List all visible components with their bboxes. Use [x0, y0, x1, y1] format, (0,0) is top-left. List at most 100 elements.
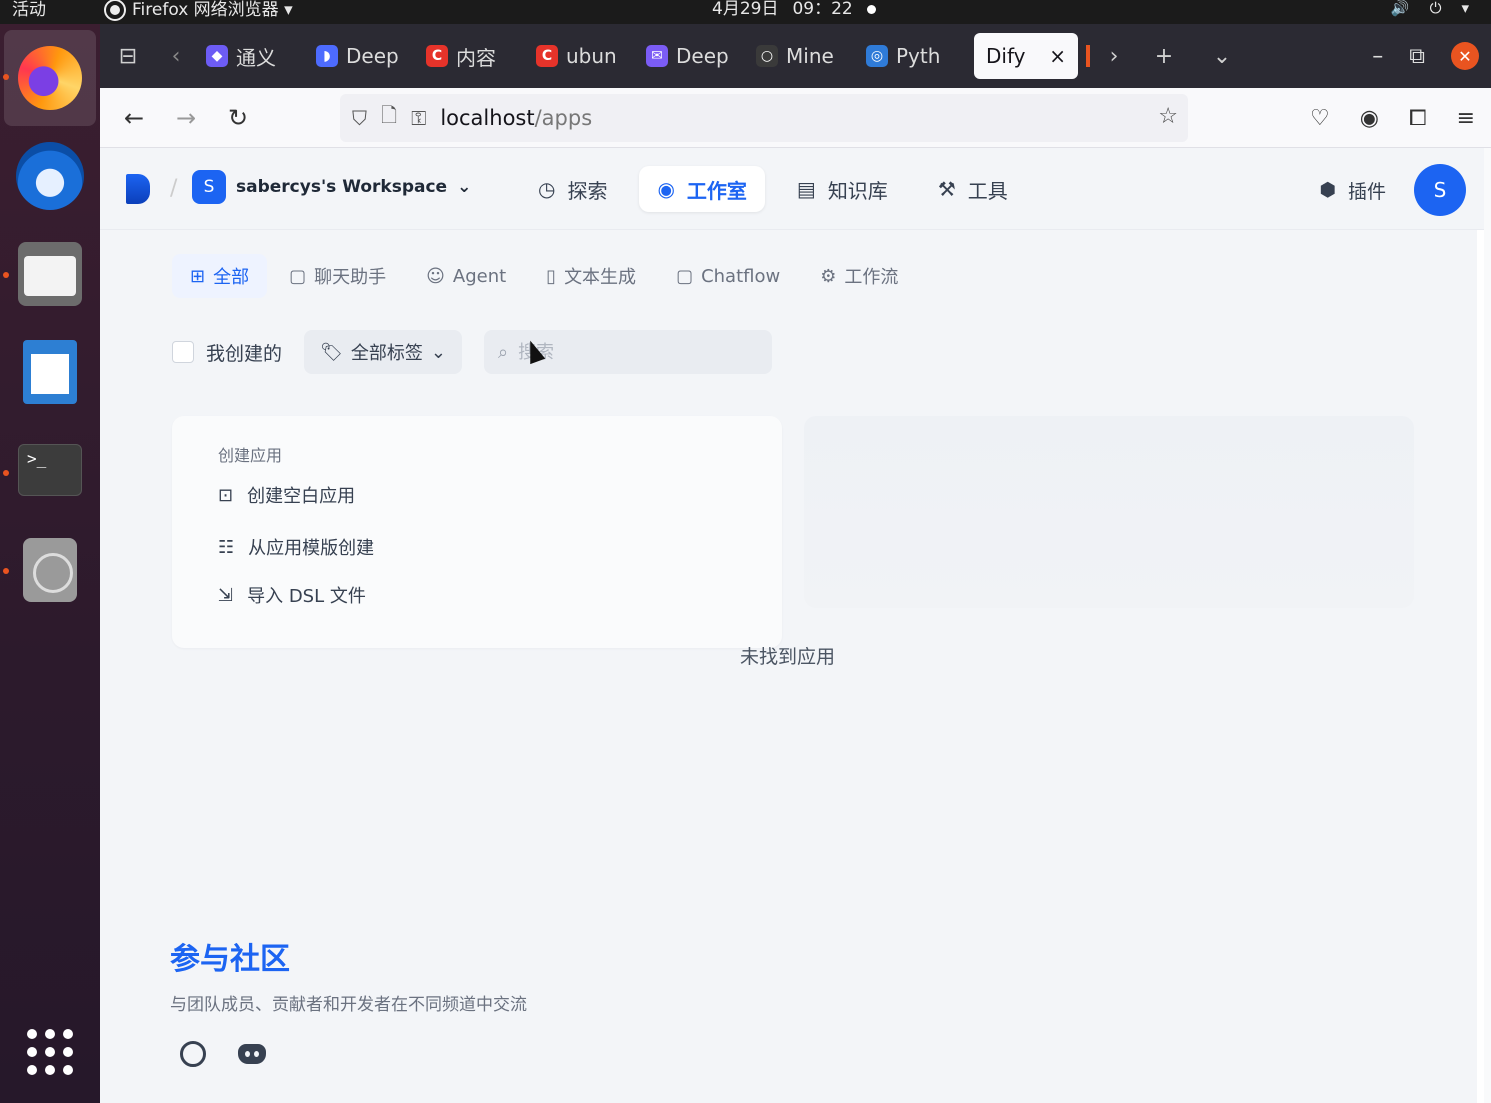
browser-tab[interactable]: ✉ Deep — [636, 33, 746, 79]
nav-item-label: 知识库 — [827, 178, 888, 203]
tab-dify[interactable]: Dify × — [974, 33, 1078, 79]
reload-icon: ↻ — [227, 103, 249, 132]
category-tab[interactable]: ⚙ 工作流 — [802, 254, 916, 298]
url-path: /apps — [534, 106, 593, 130]
close-tab-icon[interactable]: × — [1049, 44, 1066, 68]
create-app-card: 创建应用 ⊡ 创建空白应用 ☷ 从应用模版创建 ⇲ 导入 DSL 文件 — [172, 416, 782, 648]
tab-favicon-icon: ◗ — [316, 45, 338, 67]
workspace-name: sabercys's Workspace — [236, 177, 448, 197]
tray-menu-icon[interactable]: ▾ — [1461, 0, 1469, 16]
workspace-switcher[interactable]: S sabercys's Workspace ⌄ — [192, 170, 471, 204]
category-tab[interactable]: ⊞ 全部 — [172, 254, 268, 298]
dock-thunderbird[interactable] — [0, 128, 100, 224]
category-label: Chatflow — [701, 265, 781, 287]
dock-files[interactable] — [0, 226, 100, 322]
create-app-title: 创建应用 — [218, 446, 283, 465]
bookmark-star-icon[interactable]: ☆ — [1158, 104, 1178, 129]
chevron-right-icon: › — [1109, 43, 1119, 69]
import-dsl-button[interactable]: ⇲ 导入 DSL 文件 — [218, 582, 366, 608]
volume-icon[interactable]: 🔊 — [1391, 0, 1410, 16]
tag-filter-select[interactable]: 🏷 全部标签 ⌄ — [304, 330, 462, 374]
dock-terminal[interactable]: >_ — [0, 422, 100, 518]
create-from-template-button[interactable]: ☷ 从应用模版创建 — [218, 534, 374, 560]
scroll-tabs-right-button[interactable]: › — [1090, 24, 1138, 88]
restore-icon[interactable]: ⧉ — [1409, 44, 1425, 69]
header-right: ⬢ 插件 S — [1319, 164, 1466, 216]
system-top-bar: 活动 Firefox 网络浏览器 ▾ 4月29日 09：22 🔊 ⏻ ▾ — [0, 0, 1491, 24]
category-label: 聊天助手 — [314, 267, 387, 288]
browser-tab[interactable]: ○ Mine — [746, 33, 856, 79]
pocket-icon[interactable]: ♡ — [1310, 106, 1330, 131]
tab-overview-button[interactable]: ⊟ — [100, 24, 156, 88]
nav-item[interactable]: ⚒ 工具 — [920, 166, 1026, 212]
menu-icon[interactable]: ≡ — [1457, 106, 1475, 131]
discord-icon[interactable] — [238, 1044, 266, 1064]
chevron-down-icon: ⌄ — [457, 177, 472, 197]
url-text[interactable]: localhost/apps — [440, 106, 592, 130]
tab-label: 通义 — [236, 45, 276, 70]
plugins-label: 插件 — [1347, 180, 1386, 203]
category-tab[interactable]: ☺ Agent — [408, 254, 524, 298]
browser-window: ⊟ ‹ ◆ 通义 ◗ Deep C 内容 Cubun ✉ Deep ○ Mine ◎ Pyth Dify… — [100, 24, 1491, 1103]
category-tabs: ⊞ 全部 ▢ 聊天助手 ☺ Agent ▯ 文本生成 ▢ Chatflow ⚙ 工作流 — [172, 254, 916, 298]
template-icon: ☷ — [218, 536, 235, 558]
dock-writer[interactable] — [0, 324, 100, 420]
forward-button[interactable]: → — [160, 92, 212, 144]
browser-tab[interactable]: ◆ 通义 — [196, 33, 306, 79]
url-bar[interactable]: ⛉ 🗋 ⚿ localhost/apps ☆ — [340, 94, 1188, 142]
app-grid-icon — [27, 1029, 73, 1075]
app-menu[interactable]: Firefox 网络浏览器 ▾ — [106, 0, 293, 20]
key-icon[interactable]: ⚿ — [411, 106, 426, 130]
checkbox-box[interactable] — [172, 341, 194, 363]
new-tab-button[interactable]: + — [1138, 24, 1190, 88]
tab-label: Deep — [676, 44, 729, 68]
minimize-icon[interactable]: – — [1372, 44, 1383, 69]
running-indicator — [3, 470, 9, 476]
plugins-button[interactable]: ⬢ 插件 — [1319, 177, 1386, 204]
power-icon[interactable]: ⏻ — [1430, 0, 1442, 16]
nav-item[interactable]: ◉ 工作室 — [639, 166, 765, 212]
extensions-icon[interactable]: ⧠ — [1409, 106, 1427, 131]
navigation-toolbar: ← → ↻ ⛉ 🗋 ⚿ localhost/apps ☆ ♡ ◉ ⧠ ≡ — [100, 88, 1491, 148]
thunderbird-icon — [16, 142, 84, 210]
placeholder-card — [804, 416, 1414, 608]
import-dsl-label: 导入 DSL 文件 — [247, 586, 366, 607]
browser-tab[interactable]: Cubun — [526, 33, 636, 79]
recording-indicator-icon — [866, 4, 876, 14]
scroll-tabs-left-button[interactable]: ‹ — [156, 24, 196, 88]
browser-tab[interactable]: ◎ Pyth — [856, 33, 966, 79]
create-blank-app-button[interactable]: ⊡ 创建空白应用 — [218, 482, 355, 508]
browser-tab[interactable]: C 内容 — [416, 33, 526, 79]
avatar[interactable]: S — [1414, 164, 1466, 216]
page-icon[interactable]: 🗋 — [381, 101, 397, 135]
activities-button[interactable]: 活动 — [12, 0, 46, 20]
account-icon[interactable]: ◉ — [1360, 106, 1379, 131]
browser-tab[interactable]: ◗ Deep — [306, 33, 416, 79]
search-input[interactable] — [518, 341, 739, 363]
system-tray[interactable]: 🔊 ⏻ ▾ — [1391, 0, 1469, 16]
search-icon: ⌕ — [497, 341, 509, 363]
tab-list: ◆ 通义 ◗ Deep C 内容 Cubun ✉ Deep ○ Mine ◎ Pyth — [196, 33, 966, 79]
created-by-me-checkbox[interactable]: 我创建的 — [172, 339, 282, 366]
close-window-icon[interactable]: ✕ — [1451, 42, 1479, 70]
nav-item[interactable]: ◷ 探索 — [520, 166, 625, 212]
github-icon[interactable] — [180, 1041, 206, 1067]
shield-icon[interactable]: ⛉ — [352, 106, 367, 130]
show-apps-button[interactable] — [0, 1004, 100, 1100]
clock[interactable]: 4月29日 09：22 — [712, 0, 876, 18]
nav-item[interactable]: ▤ 知识库 — [779, 166, 906, 212]
app-header: / S sabercys's Workspace ⌄ ◷ 探索 ◉ 工作室 ▤ 知识库 ⚒ 工… — [100, 148, 1484, 230]
dify-logo[interactable] — [126, 174, 150, 204]
dock-disc[interactable] — [0, 522, 100, 618]
back-button[interactable]: ← — [108, 92, 160, 144]
list-all-tabs-button[interactable]: ⌄ — [1190, 24, 1254, 88]
category-tab[interactable]: ▢ 聊天助手 — [271, 254, 404, 298]
chevron-down-icon: ⌄ — [1212, 43, 1232, 69]
clock-date: 4月29日 — [712, 0, 779, 19]
category-tab[interactable]: ▯ 文本生成 — [528, 254, 654, 298]
reload-button[interactable]: ↻ — [212, 92, 264, 144]
dock-firefox[interactable] — [4, 30, 96, 126]
firefox-icon — [18, 46, 82, 110]
category-icon: ▢ — [289, 265, 307, 287]
category-tab[interactable]: ▢ Chatflow — [658, 254, 798, 298]
